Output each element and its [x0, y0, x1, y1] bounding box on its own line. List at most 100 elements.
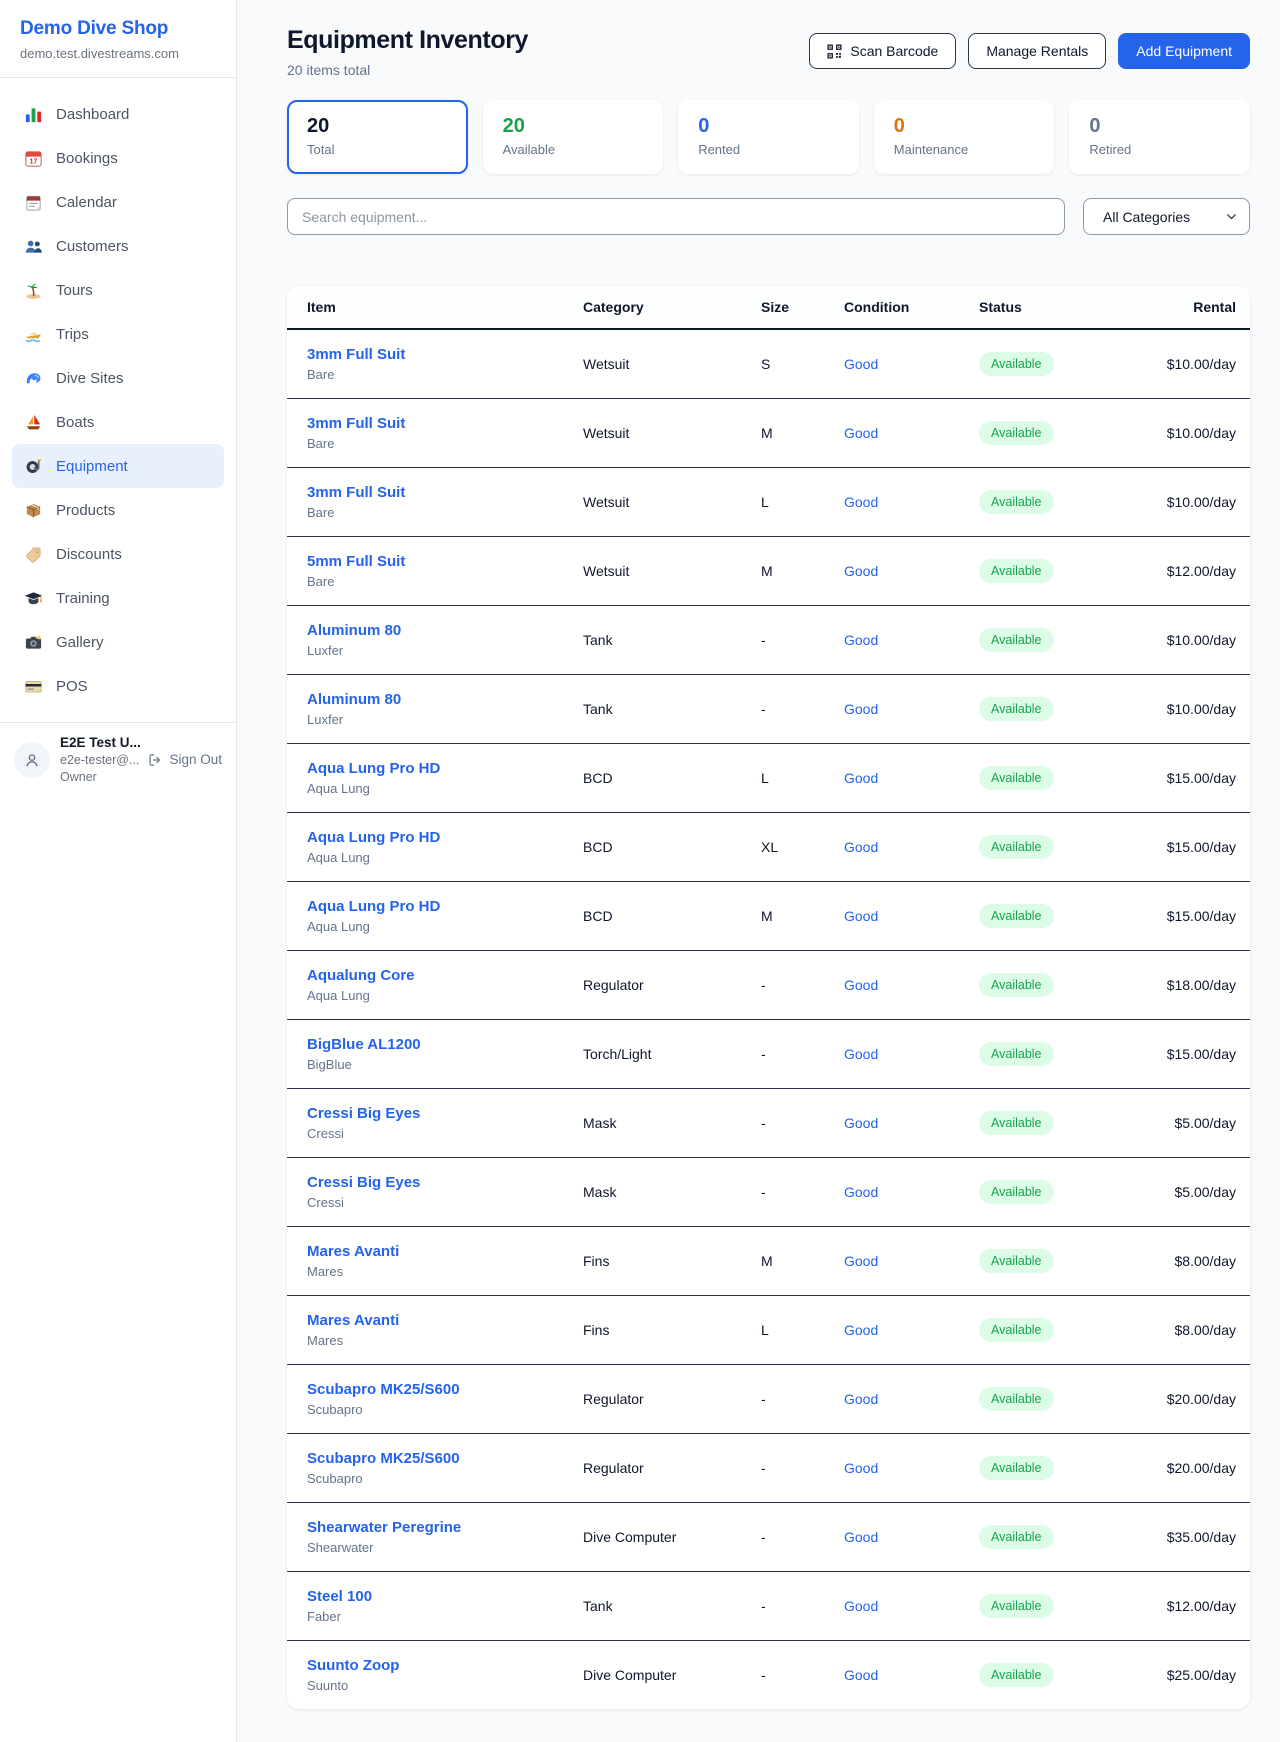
item-name-link[interactable]: 3mm Full Suit	[307, 415, 583, 432]
cell-category: BCD	[583, 812, 761, 881]
sign-out-icon	[147, 752, 163, 768]
item-name-link[interactable]: Steel 100	[307, 1588, 583, 1605]
sidebar-item-training[interactable]: Training	[12, 576, 224, 620]
condition-link[interactable]: Good	[844, 1115, 878, 1131]
table-row: Aqua Lung Pro HDAqua LungBCDMGoodAvailab…	[287, 881, 1250, 950]
item-name-link[interactable]: Scubapro MK25/S600	[307, 1450, 583, 1467]
condition-link[interactable]: Good	[844, 1529, 878, 1545]
status-badge: Available	[979, 1456, 1054, 1480]
item-name-link[interactable]: Aluminum 80	[307, 691, 583, 708]
condition-link[interactable]: Good	[844, 1598, 878, 1614]
condition-link[interactable]: Good	[844, 701, 878, 717]
sidebar-item-dive-sites[interactable]: Dive Sites	[12, 356, 224, 400]
sidebar-item-dashboard[interactable]: Dashboard	[12, 92, 224, 136]
sailboat-icon	[24, 413, 43, 432]
manage-rentals-button[interactable]: Manage Rentals	[968, 33, 1106, 69]
sidebar-item-gallery[interactable]: Gallery	[12, 620, 224, 664]
item-name-link[interactable]: 3mm Full Suit	[307, 346, 583, 363]
stat-card-maintenance[interactable]: 0Maintenance	[874, 100, 1055, 174]
condition-link[interactable]: Good	[844, 1046, 878, 1062]
sidebar-item-trips[interactable]: Trips	[12, 312, 224, 356]
status-badge: Available	[979, 1594, 1054, 1618]
item-name-link[interactable]: Aqualung Core	[307, 967, 583, 984]
cell-size: -	[761, 1640, 844, 1709]
sidebar-item-boats[interactable]: Boats	[12, 400, 224, 444]
condition-link[interactable]: Good	[844, 1322, 878, 1338]
condition-link[interactable]: Good	[844, 1184, 878, 1200]
stat-card-available[interactable]: 20Available	[483, 100, 664, 174]
cell-size: -	[761, 950, 844, 1019]
item-name-link[interactable]: Scubapro MK25/S600	[307, 1381, 583, 1398]
condition-link[interactable]: Good	[844, 632, 878, 648]
sidebar-item-discounts[interactable]: Discounts	[12, 532, 224, 576]
item-name-link[interactable]: Shearwater Peregrine	[307, 1519, 583, 1536]
table-row: Suunto ZoopSuuntoDive Computer-GoodAvail…	[287, 1640, 1250, 1709]
condition-link[interactable]: Good	[844, 1253, 878, 1269]
item-name-link[interactable]: BigBlue AL1200	[307, 1036, 583, 1053]
cell-size: L	[761, 467, 844, 536]
sidebar-item-pos[interactable]: POS	[12, 664, 224, 708]
column-header-item: Item	[287, 286, 583, 329]
cell-status: Available	[979, 1295, 1131, 1364]
item-name-link[interactable]: 3mm Full Suit	[307, 484, 583, 501]
header-buttons: Scan Barcode Manage Rentals Add Equipmen…	[809, 26, 1250, 69]
add-equipment-button[interactable]: Add Equipment	[1118, 33, 1250, 69]
sidebar-item-bookings[interactable]: 17Bookings	[12, 136, 224, 180]
table-row: Shearwater PeregrineShearwaterDive Compu…	[287, 1502, 1250, 1571]
cell-condition: Good	[844, 1364, 979, 1433]
cell-rental: $10.00/day	[1131, 467, 1250, 536]
sign-out-button[interactable]: Sign Out	[147, 752, 222, 768]
item-name-link[interactable]: Suunto Zoop	[307, 1657, 583, 1674]
cell-status: Available	[979, 1226, 1131, 1295]
item-name-link[interactable]: Aqua Lung Pro HD	[307, 898, 583, 915]
condition-link[interactable]: Good	[844, 770, 878, 786]
condition-link[interactable]: Good	[844, 839, 878, 855]
cell-size: S	[761, 329, 844, 398]
condition-link[interactable]: Good	[844, 494, 878, 510]
item-name-link[interactable]: Aluminum 80	[307, 622, 583, 639]
item-name-link[interactable]: Cressi Big Eyes	[307, 1174, 583, 1191]
item-name-link[interactable]: 5mm Full Suit	[307, 553, 583, 570]
condition-link[interactable]: Good	[844, 563, 878, 579]
sidebar-item-customers[interactable]: Customers	[12, 224, 224, 268]
condition-link[interactable]: Good	[844, 908, 878, 924]
sidebar-item-products[interactable]: Products	[12, 488, 224, 532]
cell-rental: $15.00/day	[1131, 1019, 1250, 1088]
condition-link[interactable]: Good	[844, 977, 878, 993]
cell-condition: Good	[844, 1640, 979, 1709]
table-header-row: ItemCategorySizeConditionStatusRental	[287, 286, 1250, 329]
condition-link[interactable]: Good	[844, 1667, 878, 1683]
condition-link[interactable]: Good	[844, 425, 878, 441]
tag-icon	[24, 545, 43, 564]
scan-barcode-button[interactable]: Scan Barcode	[809, 33, 956, 69]
shop-name: Demo Dive Shop	[20, 18, 216, 40]
table-row: 5mm Full SuitBareWetsuitMGoodAvailable$1…	[287, 536, 1250, 605]
item-name-link[interactable]: Cressi Big Eyes	[307, 1105, 583, 1122]
table-row: Aqua Lung Pro HDAqua LungBCDXLGoodAvaila…	[287, 812, 1250, 881]
condition-link[interactable]: Good	[844, 1391, 878, 1407]
condition-link[interactable]: Good	[844, 356, 878, 372]
item-name-link[interactable]: Mares Avanti	[307, 1312, 583, 1329]
add-equipment-label: Add Equipment	[1136, 43, 1232, 59]
search-input[interactable]	[287, 198, 1065, 235]
cell-condition: Good	[844, 950, 979, 1019]
sidebar-item-calendar[interactable]: Calendar	[12, 180, 224, 224]
item-name-link[interactable]: Mares Avanti	[307, 1243, 583, 1260]
stat-card-total[interactable]: 20Total	[287, 100, 468, 174]
cell-condition: Good	[844, 398, 979, 467]
cell-status: Available	[979, 398, 1131, 467]
filter-row: All Categories	[287, 198, 1250, 235]
item-name-link[interactable]: Aqua Lung Pro HD	[307, 760, 583, 777]
bar-chart-icon	[24, 105, 43, 124]
item-name-link[interactable]: Aqua Lung Pro HD	[307, 829, 583, 846]
stat-card-retired[interactable]: 0Retired	[1069, 100, 1250, 174]
table-row: Scubapro MK25/S600ScubaproRegulator-Good…	[287, 1433, 1250, 1502]
table-row: Mares AvantiMaresFinsLGoodAvailable$8.00…	[287, 1295, 1250, 1364]
category-select[interactable]: All Categories	[1083, 198, 1250, 235]
condition-link[interactable]: Good	[844, 1460, 878, 1476]
sidebar-item-tours[interactable]: Tours	[12, 268, 224, 312]
cell-rental: $18.00/day	[1131, 950, 1250, 1019]
status-badge: Available	[979, 1525, 1054, 1549]
sidebar-item-equipment[interactable]: Equipment	[12, 444, 224, 488]
stat-card-rented[interactable]: 0Rented	[678, 100, 859, 174]
